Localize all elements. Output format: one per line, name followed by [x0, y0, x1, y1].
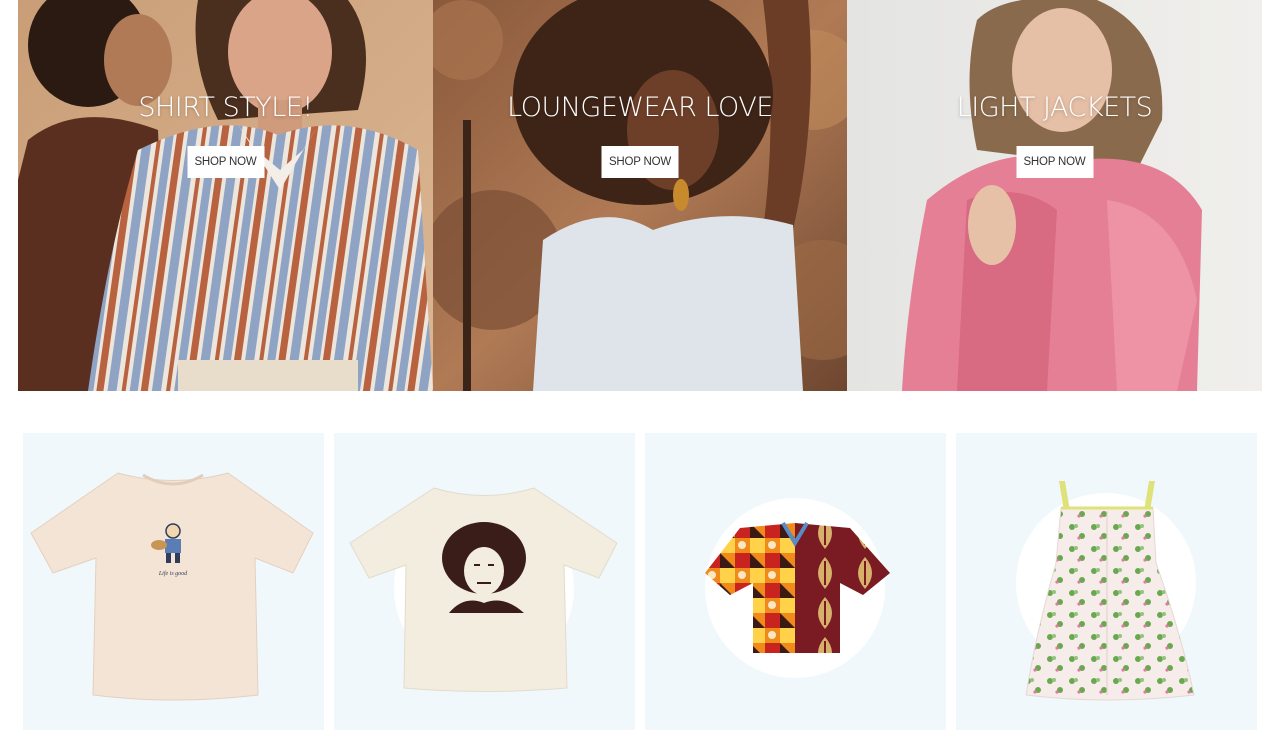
product-grid: Life is good [23, 433, 1257, 730]
shop-now-button[interactable]: SHOP NOW [1016, 146, 1093, 178]
banner-loungewear-love[interactable]: LOUNGEWEAR LOVE SHOP NOW [433, 0, 847, 391]
banner-shirt-style-image [18, 0, 433, 391]
product-card[interactable] [956, 433, 1257, 730]
banner-title: LIGHT JACKETS [956, 92, 1153, 123]
product-image-patterned-short-sleeve-shirt [705, 498, 890, 678]
product-card[interactable]: Life is good [23, 433, 324, 730]
category-banners: SHIRT STYLE! SHOP NOW LOUNGEWEAR LOVE SH… [18, 0, 1262, 391]
tee-print-text: Life is good [158, 570, 188, 577]
product-image-cream-graphic-tee: Life is good [30, 472, 314, 701]
product-card[interactable] [334, 433, 635, 730]
banner-title: LOUNGEWEAR LOVE [507, 92, 773, 123]
banner-title: SHIRT STYLE! [138, 92, 313, 123]
banner-light-jackets-image [847, 0, 1262, 391]
banner-shirt-style[interactable]: SHIRT STYLE! SHOP NOW [18, 0, 433, 391]
product-card[interactable] [645, 433, 946, 730]
shop-now-button[interactable]: SHOP NOW [187, 146, 264, 178]
page: SHIRT STYLE! SHOP NOW LOUNGEWEAR LOVE SH… [0, 0, 1280, 730]
product-image-portrait-graphic-tee [349, 487, 618, 692]
banner-light-jackets[interactable]: LIGHT JACKETS SHOP NOW [847, 0, 1262, 391]
product-image-floral-sundress [1016, 481, 1196, 701]
shop-now-button[interactable]: SHOP NOW [601, 146, 679, 178]
banner-loungewear-love-image [433, 0, 847, 391]
